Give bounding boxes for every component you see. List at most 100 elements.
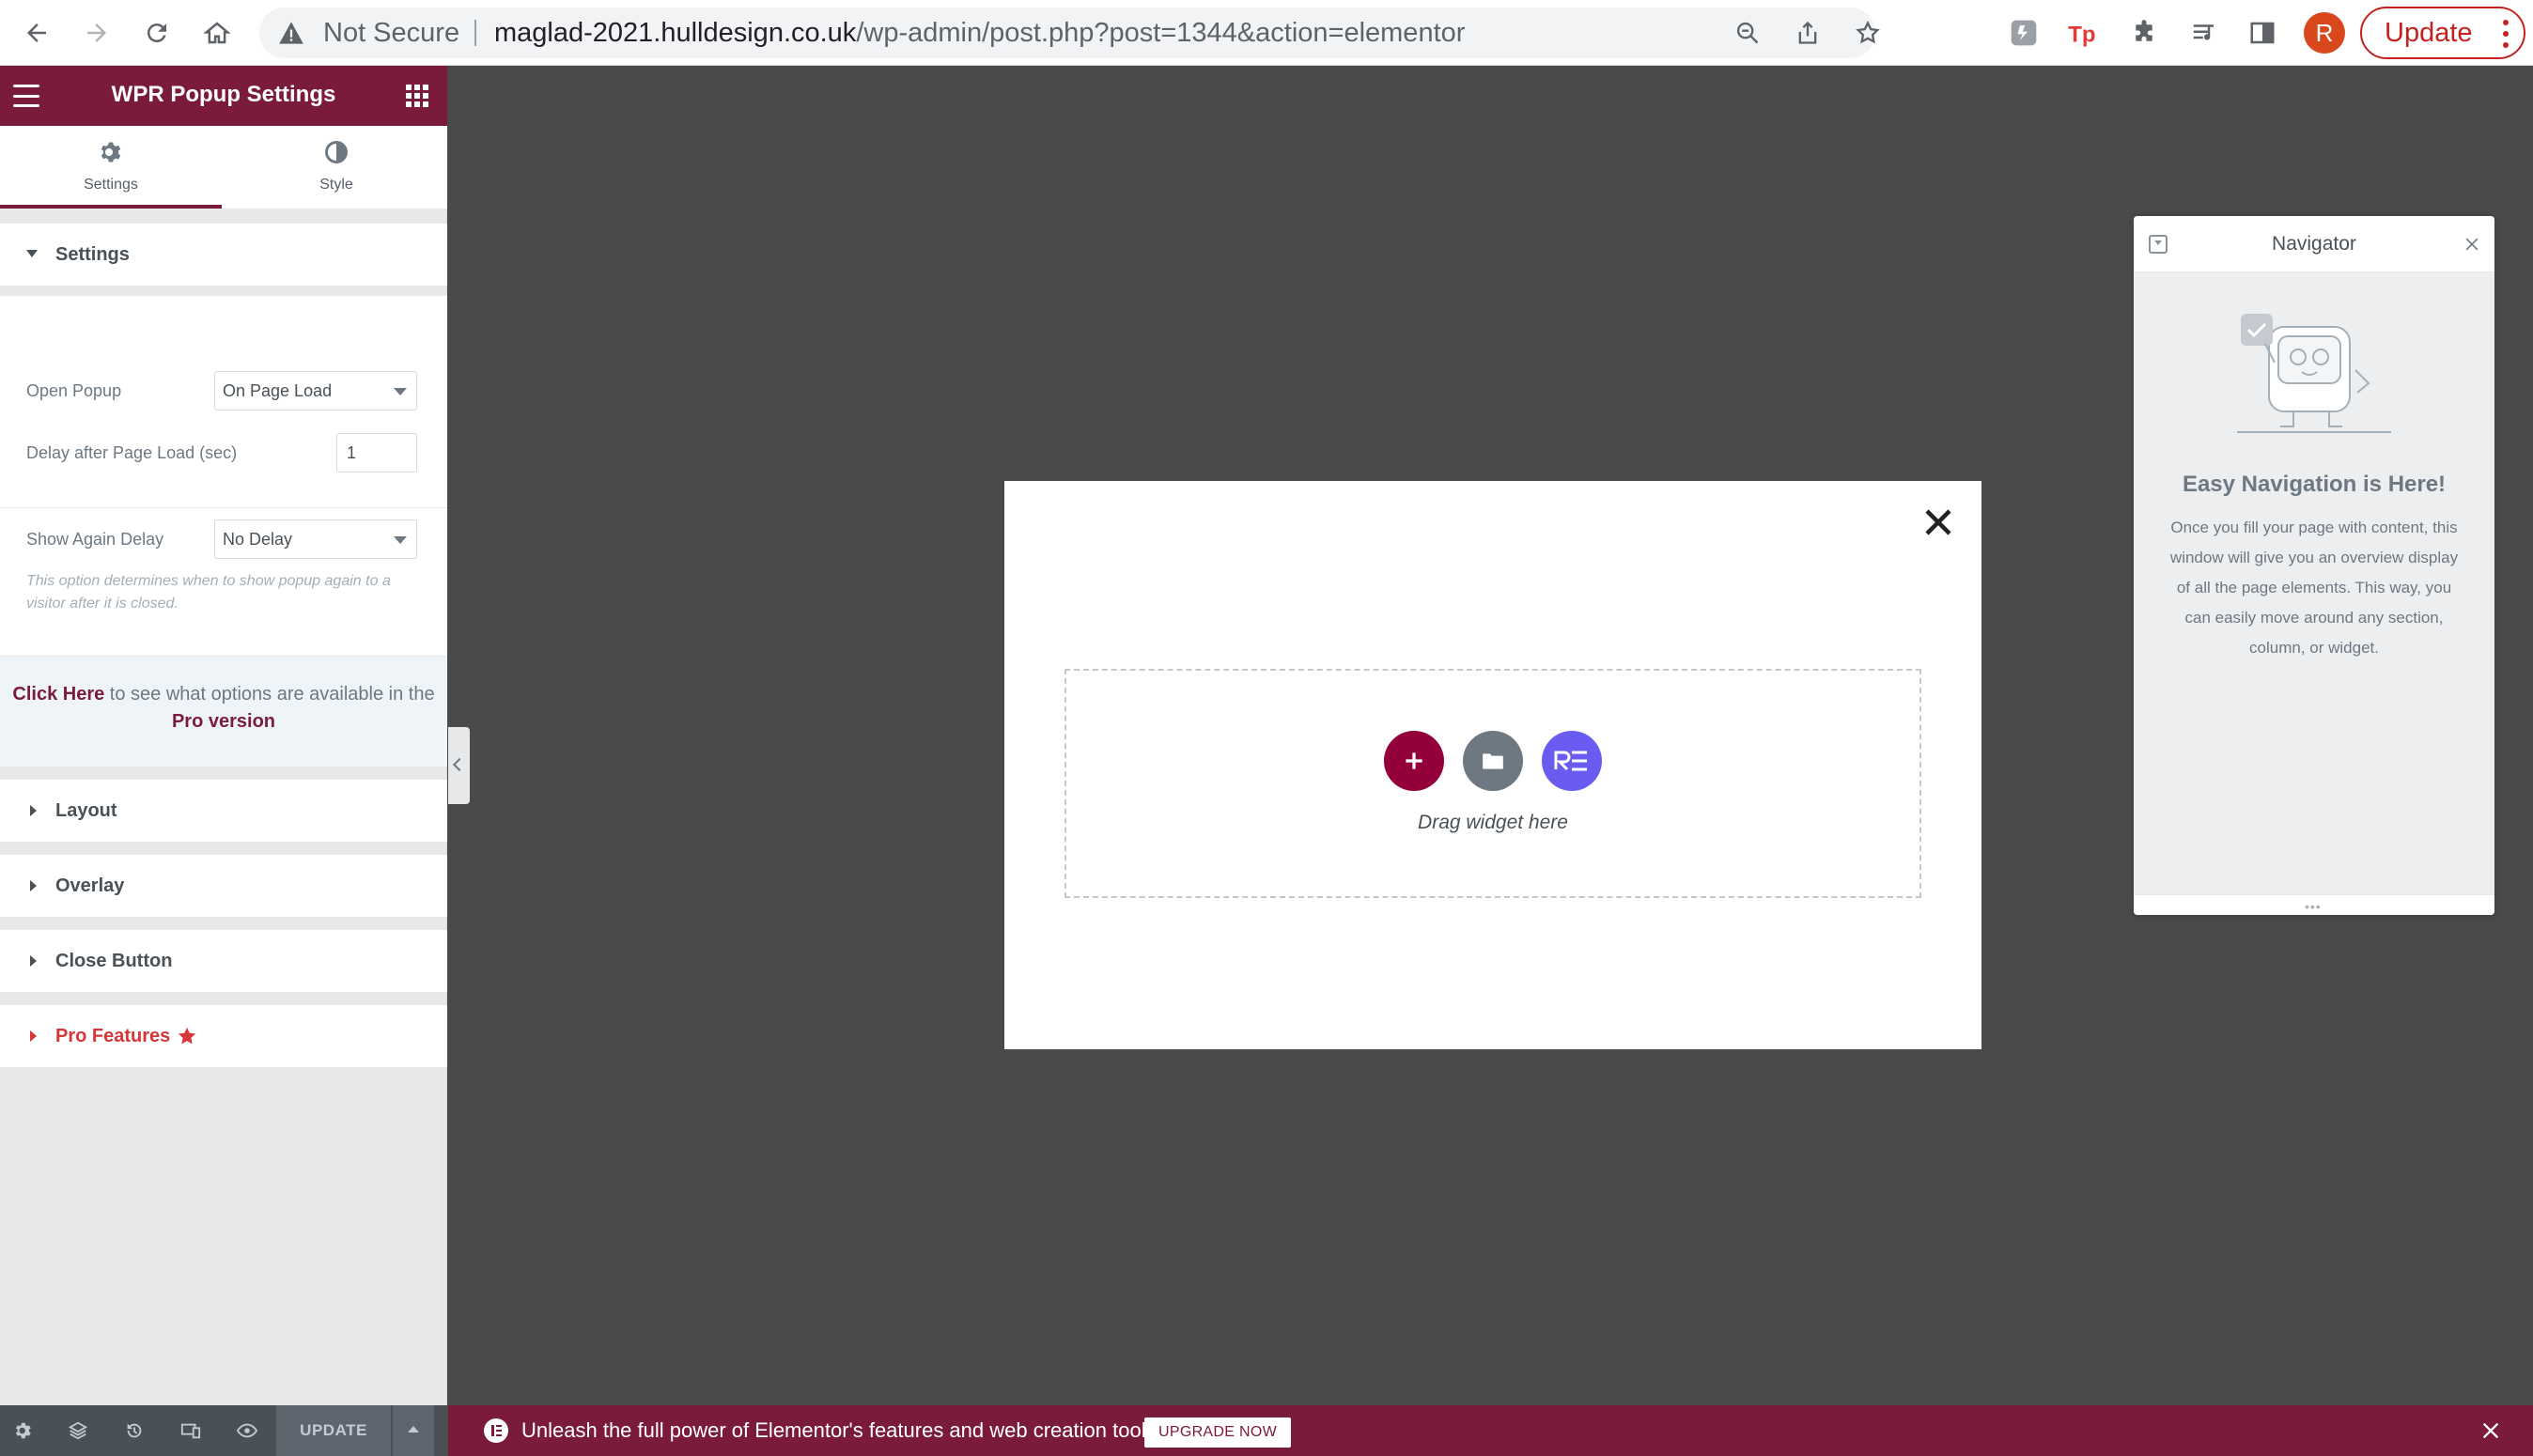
tab-style-label: Style (319, 177, 353, 193)
upgrade-now-button[interactable]: UPGRADE NOW (1144, 1417, 1291, 1448)
section-settings-title: Settings (55, 244, 130, 265)
notice-close-icon[interactable] (2480, 1420, 2501, 1441)
upgrade-notice-bar: Unleash the full power of Elementor's fe… (448, 1405, 2533, 1456)
panel-title: WPR Popup Settings (111, 82, 336, 107)
navigator-resize-handle[interactable]: ••• (2134, 894, 2494, 915)
url-host: maglad-2021.hulldesign.co.uk (494, 18, 857, 48)
tab-settings-label: Settings (84, 177, 138, 193)
open-popup-label: Open Popup (26, 381, 122, 400)
bookmark-star-icon[interactable] (1855, 20, 1881, 46)
show-again-value: No Delay (223, 530, 293, 549)
section-pro-features-header[interactable]: Pro Features (0, 1005, 447, 1067)
panel-header: WPR Popup Settings (0, 66, 447, 126)
save-options-button[interactable] (393, 1405, 434, 1456)
navigator-title: Navigator (2272, 233, 2356, 255)
click-here-link[interactable]: Click Here (12, 684, 104, 705)
contrast-icon (325, 141, 348, 163)
tp-extension-icon[interactable]: Tp (2067, 16, 2101, 50)
home-icon (203, 22, 231, 44)
reload-button[interactable] (135, 11, 179, 54)
extensions-puzzle-icon[interactable] (2127, 16, 2161, 50)
url-path: /wp-admin/post.php?post=1344&action=elem… (856, 18, 1466, 48)
svg-text:Tp: Tp (2068, 23, 2095, 48)
delay-input[interactable]: 1 (336, 433, 417, 472)
section-layout-title: Layout (55, 800, 117, 821)
home-button[interactable] (195, 11, 239, 54)
show-again-label: Show Again Delay (26, 530, 164, 549)
notice-message: Unleash the full power of Elementor's fe… (521, 1418, 1162, 1442)
warning-icon (279, 22, 303, 44)
chevron-up-icon (408, 1426, 419, 1433)
layers-icon[interactable] (68, 1420, 88, 1441)
section-close-button-header[interactable]: Close Button (0, 930, 447, 992)
caret-right-icon (30, 1030, 37, 1042)
caret-down-icon (26, 250, 38, 257)
show-again-help: This option determines when to show popu… (26, 573, 391, 612)
drag-widget-text: Drag widget here (1418, 812, 1568, 833)
url-text: maglad-2021.hulldesign.co.uk/wp-admin/po… (494, 19, 1465, 47)
pro-version-notice: Click Here to see what options are avail… (0, 656, 447, 767)
share-icon[interactable] (1795, 20, 1821, 46)
add-section-icon (1406, 752, 1422, 769)
forward-button[interactable] (75, 11, 118, 54)
section-overlay-header[interactable]: Overlay (0, 855, 447, 917)
chevron-down-icon (394, 536, 407, 544)
navigator-heading: Easy Navigation is Here! (2182, 472, 2447, 497)
forward-icon (87, 23, 106, 42)
navigator-header[interactable]: Navigator (2134, 216, 2494, 272)
caret-right-icon (30, 805, 37, 816)
security-label: Not Secure (323, 18, 460, 48)
extension-icon[interactable] (2007, 16, 2041, 50)
navigator-robot-illustration (2237, 314, 2391, 433)
pro-notice-text: to see what options are available in the (104, 684, 435, 705)
side-panel-icon[interactable] (2246, 16, 2279, 50)
browser-update-button[interactable]: Update (2360, 7, 2525, 59)
popup-close-icon[interactable] (1921, 505, 1955, 539)
royal-elementor-icon (1554, 751, 1587, 771)
elementor-logo-icon (484, 1418, 508, 1443)
preview-eye-icon[interactable] (237, 1420, 257, 1441)
navigator-description: Once you fill your page with content, th… (2169, 519, 2459, 657)
panel-collapse-toggle[interactable] (448, 727, 470, 804)
back-button[interactable] (15, 11, 58, 54)
caret-right-icon (30, 955, 37, 967)
caret-right-icon (30, 880, 37, 891)
royal-elementor-button[interactable] (1542, 731, 1602, 791)
elementor-panel: WPR Popup Settings Settings Style Settin… (0, 66, 447, 1456)
navigator-panel: Navigator Easy Navigation is Here! Once … (2134, 216, 2494, 915)
tab-settings[interactable]: Settings (0, 126, 222, 209)
open-popup-select[interactable]: On Page Load (214, 371, 417, 410)
back-icon (27, 23, 46, 42)
zoom-icon[interactable] (1734, 20, 1761, 46)
open-popup-value: On Page Load (223, 381, 333, 400)
history-icon[interactable] (124, 1420, 145, 1441)
navigator-close-icon[interactable] (2463, 235, 2481, 254)
template-library-button[interactable] (1463, 731, 1523, 791)
section-overlay-title: Overlay (55, 875, 125, 896)
section-settings-header[interactable]: Settings (0, 224, 447, 286)
menu-dots-icon (2503, 20, 2509, 48)
responsive-icon[interactable] (180, 1420, 201, 1441)
template-library-icon (1483, 753, 1503, 769)
browser-update-label: Update (2385, 17, 2473, 48)
show-again-controls: Show Again Delay No Delay This option de… (0, 507, 447, 656)
add-section-button[interactable] (1384, 731, 1444, 791)
profile-avatar[interactable]: R (2304, 12, 2345, 54)
show-again-select[interactable]: No Delay (214, 519, 417, 559)
tab-style[interactable]: Style (225, 126, 447, 209)
settings-controls: Open Popup On Page Load Delay after Page… (0, 295, 447, 507)
settings-icon[interactable] (13, 1420, 34, 1441)
panel-tabs: Settings Style (0, 126, 447, 209)
pro-version-link[interactable]: Pro version (172, 711, 275, 732)
update-button[interactable]: UPDATE (276, 1405, 391, 1456)
address-bar[interactable]: Not Secure maglad-2021.hulldesign.co.uk/… (259, 8, 1880, 58)
address-separator (474, 20, 476, 46)
panel-footer: UPDATE (0, 1405, 447, 1456)
media-icon[interactable] (2187, 16, 2221, 50)
widget-drop-area[interactable]: Drag widget here (1064, 669, 1921, 898)
section-pro-features-title: Pro Features (55, 1026, 171, 1046)
browser-toolbar: Not Secure maglad-2021.hulldesign.co.uk/… (0, 0, 2533, 66)
reload-icon (147, 23, 166, 43)
widgets-grid-icon[interactable] (406, 85, 428, 107)
section-layout-header[interactable]: Layout (0, 780, 447, 842)
